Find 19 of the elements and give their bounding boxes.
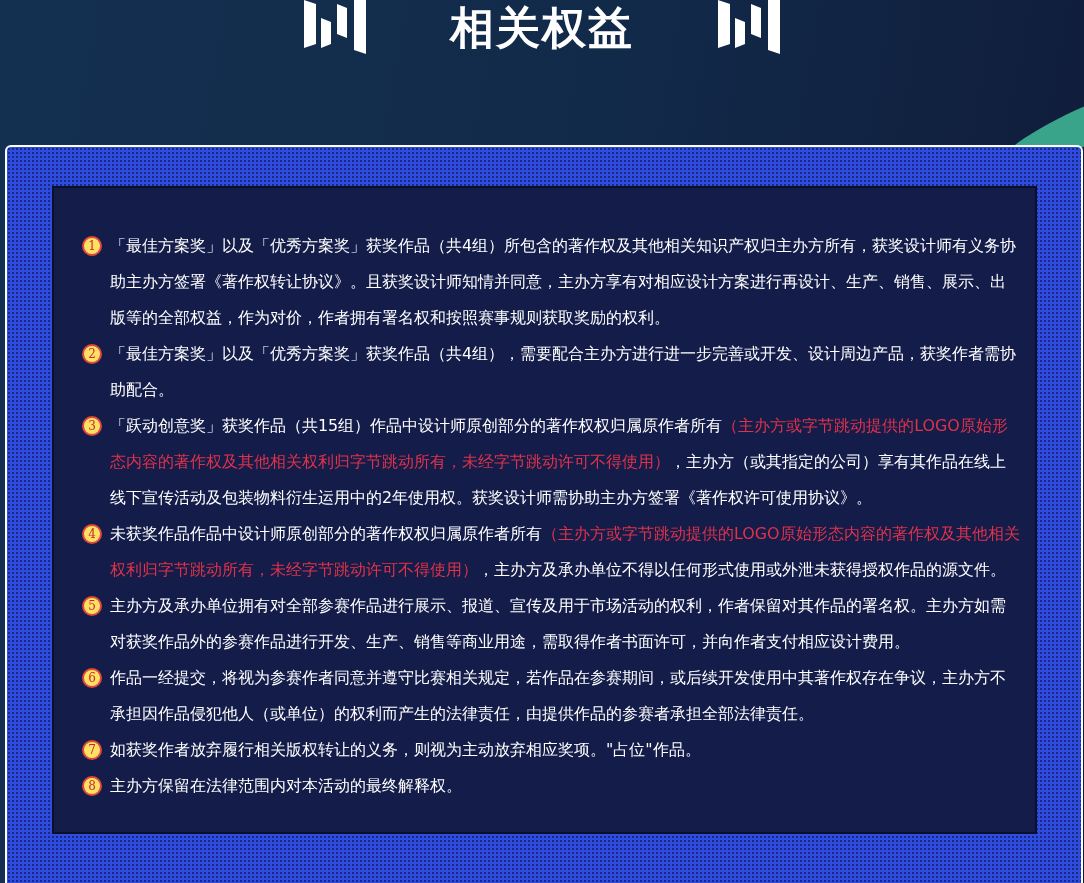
bars-logo-icon	[718, 0, 780, 54]
rule-paragraph: 如获奖作者放弃履行相关版权转让的义务，则视为主动放弃相应奖项。"占位"作品。	[110, 739, 701, 761]
rule-paragraph: 「最佳方案奖」以及「优秀方案奖」获奖作品（共4组）所包含的著作权及其他相关知识产权归主办方所有，获奖设计师有义务协助主办方签署《著作权转让协议》。且获奖设计师知情并同意，主办方享有对相应设计方案进行再设计、生产、销售、展示、出版等的全部权益，作为对价，作者拥有署名权和按照赛事规则获取奖励的权利。	[110, 235, 1018, 329]
rule-paragraph: 「跃动创意奖」获奖作品（共15组）作品中设计师原创部分的著作权权归属原作者所有（主办方或字节跳动提供的LOGO原始形态内容的著作权及其他相关权利归字节跳动所有，未经字节跳动许可不得使用），主办方（或其指定的公司）享有其作品在线上线下宣传活动及包装物料衍生运用中的2年使用权。获奖设计师需协助主办方签署《著作权许可使用协议》。	[110, 415, 1009, 509]
rule-paragraph: 作品一经提交，将视为参赛作者同意并遵守比赛相关规定，若作品在参赛期间，或后续开发使用中其著作权存在争议，主办方不承担因作品侵犯他人（或单位）的权利而产生的法律责任，由提供作品的参赛者承担全部法律责任。	[110, 667, 1007, 725]
number-badge: 2	[82, 344, 102, 364]
number-badge: 5	[82, 596, 102, 616]
number-badge: 6	[82, 668, 102, 688]
rule-paragraph: 主办方保留在法律范围内对本活动的最终解释权。	[110, 775, 462, 797]
number-badge: 4	[82, 524, 102, 544]
number-badge: 1	[82, 236, 102, 256]
section-title: 相关权益	[450, 1, 634, 55]
rule-paragraph: 主办方及承办单位拥有对全部参赛作品进行展示、报道、宣传及用于市场活动的权利，作者保留对其作品的署名权。主办方如需对获奖作品外的参赛作品进行开发、生产、销售等商业用途，需取得作者书面许可，并向作者支付相应设计费用。	[110, 595, 1007, 653]
number-badge: 3	[82, 416, 102, 436]
number-badge: 7	[82, 740, 102, 760]
number-badge: 8	[82, 776, 102, 796]
bars-logo-icon	[304, 0, 366, 54]
rule-paragraph: 未获奖作品作品中设计师原创部分的著作权权归属原作者所有（主办方或字节跳动提供的LOGO原始形态内容的著作权及其他相关权利归字节跳动所有，未经字节跳动许可不得使用），主办方及承办单位不得以任何形式使用或外泄未获得授权作品的源文件。	[110, 523, 1021, 581]
rule-paragraph: 「最佳方案奖」以及「优秀方案奖」获奖作品（共4组），需要配合主办方进行进一步完善或开发、设计周边产品，获奖作者需协助配合。	[110, 343, 1018, 401]
